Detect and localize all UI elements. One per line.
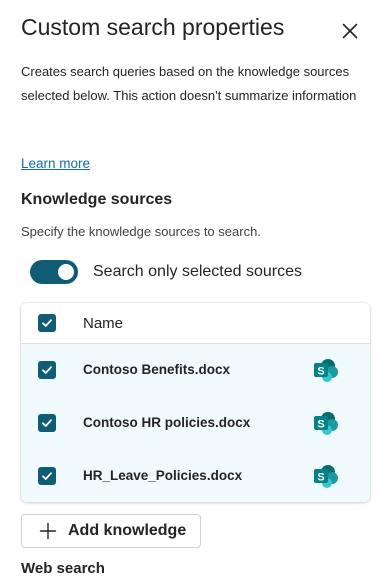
plus-icon [38,521,58,541]
table-row[interactable]: Contoso Benefits.docx S [21,344,370,397]
sharepoint-icon: S [314,359,338,382]
svg-text:S: S [317,419,324,431]
knowledge-sources-table: Name Contoso Benefits.docx S Contoso HR … [21,303,370,502]
toggle-label: Search only selected sources [93,263,302,280]
learn-more-link[interactable]: Learn more [21,156,90,171]
close-icon [342,23,358,39]
svg-text:S: S [317,366,324,378]
table-row[interactable]: Contoso HR policies.docx S [21,397,370,450]
row-checkbox[interactable] [38,414,56,432]
file-name: Contoso Benefits.docx [83,362,231,377]
svg-text:S: S [317,472,324,484]
next-section-heading: Web search [21,560,105,577]
checkmark-icon [42,419,52,427]
checkmark-icon [42,319,52,327]
select-all-checkbox[interactable] [38,314,56,332]
checkmark-icon [42,366,52,374]
column-header-name: Name [83,315,124,332]
file-name: Contoso HR policies.docx [83,415,251,430]
file-name: HR_Leave_Policies.docx [83,468,243,483]
sharepoint-icon: S [314,412,338,435]
row-checkbox[interactable] [38,361,56,379]
row-checkbox[interactable] [38,467,56,485]
knowledge-sources-subtitle: Specify the knowledge sources to search. [21,224,261,239]
add-knowledge-button[interactable]: Add knowledge [21,514,201,548]
table-row[interactable]: HR_Leave_Policies.docx S [21,450,370,502]
close-button[interactable] [338,19,362,43]
toggle-knob [58,264,74,280]
search-selected-sources-toggle[interactable] [30,260,78,284]
custom-search-properties-panel: Custom search properties Creates search … [0,0,388,577]
panel-description: Creates search queries based on the know… [21,64,357,103]
sharepoint-icon: S [314,465,338,488]
add-knowledge-label: Add knowledge [68,522,187,539]
table-header: Name [21,303,370,344]
knowledge-sources-heading: Knowledge sources [21,191,173,208]
checkmark-icon [42,472,52,480]
panel-title: Custom search properties [21,14,285,40]
